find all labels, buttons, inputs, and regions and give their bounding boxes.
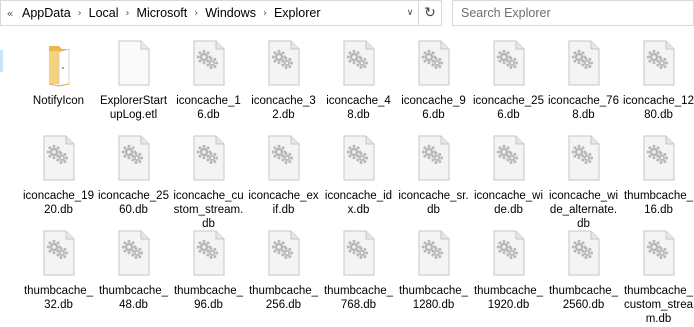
gear-file-icon [487,38,531,88]
file-grid: NotifyIcon ExplorerStartupLog.etl iconca… [21,38,694,325]
file-item[interactable]: thumbcache_16.db [621,133,694,228]
file-item[interactable]: iconcache_wide_alternate.db [546,133,621,230]
file-name-label: iconcache_96.db [401,95,466,121]
address-bar[interactable]: « AppData › Local › Microsoft › Windows … [0,0,442,26]
gear-file-icon [187,133,231,183]
file-item[interactable]: iconcache_idx.db [321,133,396,228]
file-item[interactable]: iconcache_48.db [321,38,396,133]
file-name-label: thumbcache_48.db [98,285,169,311]
crumb-explorer[interactable]: Explorer [271,6,324,20]
gear-file-icon [637,228,681,278]
crumb-microsoft[interactable]: Microsoft [134,6,191,20]
file-item[interactable]: thumbcache_768.db [321,228,396,323]
chevron-right-icon[interactable]: › [74,8,86,19]
file-item[interactable]: iconcache_96.db [396,38,471,133]
crumb-windows[interactable]: Windows [202,6,259,20]
file-name-label: thumbcache_1920.db [473,285,544,311]
file-item[interactable]: iconcache_exif.db [246,133,321,228]
file-item[interactable]: iconcache_256.db [471,38,546,133]
file-item[interactable]: iconcache_sr.db [396,133,471,228]
file-name-label: thumbcache_96.db [173,285,244,311]
file-name-label: iconcache_exif.db [248,190,319,216]
file-name-label: iconcache_48.db [326,95,391,121]
search-box[interactable] [452,0,694,26]
file-name-label: thumbcache_2560.db [548,285,619,311]
breadcrumb: AppData › Local › Microsoft › Windows › … [19,1,402,25]
crumb-appdata[interactable]: AppData [19,6,74,20]
gear-file-icon [37,228,81,278]
file-name-label: ExplorerStartupLog.etl [99,95,168,121]
file-item[interactable]: thumbcache_1920.db [471,228,546,323]
gear-file-icon [262,38,306,88]
gear-file-icon [487,228,531,278]
file-name-label: iconcache_custom_stream.db [173,190,244,230]
chevron-right-icon[interactable]: › [190,8,202,19]
file-item[interactable]: thumbcache_48.db [96,228,171,323]
gear-file-icon [412,38,456,88]
gear-file-icon [562,38,606,88]
file-name-label: iconcache_32.db [251,95,316,121]
file-name-label: iconcache_768.db [548,95,619,121]
gear-file-icon [187,38,231,88]
file-item[interactable]: iconcache_768.db [546,38,621,133]
file-name-label: iconcache_idx.db [324,190,393,216]
file-item[interactable]: iconcache_wide.db [471,133,546,228]
gear-file-icon [337,228,381,278]
gear-file-icon [112,228,156,278]
file-name-label: iconcache_sr.db [398,190,469,216]
file-name-label: iconcache_wide_alternate.db [548,190,619,230]
chevron-right-icon[interactable]: › [259,8,271,19]
file-name-label: NotifyIcon [32,95,85,107]
file-item[interactable]: thumbcache_2560.db [546,228,621,323]
file-name-label: iconcache_1280.db [623,95,694,121]
file-item[interactable]: iconcache_custom_stream.db [171,133,246,230]
chevron-right-icon[interactable]: › [122,8,134,19]
file-item[interactable]: iconcache_2560.db [96,133,171,228]
file-item[interactable]: iconcache_1280.db [621,38,694,133]
gear-file-icon [112,133,156,183]
file-name-label: thumbcache_1280.db [398,285,469,311]
gear-file-icon [37,133,81,183]
blank-file-icon [112,38,156,88]
file-item[interactable]: NotifyIcon [21,38,96,133]
file-item[interactable]: thumbcache_32.db [21,228,96,323]
file-name-label: thumbcache_256.db [248,285,319,311]
address-dropdown-icon[interactable]: ∨ [402,1,418,25]
file-item[interactable]: iconcache_1920.db [21,133,96,228]
gear-file-icon [637,133,681,183]
file-item[interactable]: iconcache_32.db [246,38,321,133]
file-name-label: iconcache_1920.db [23,190,94,216]
file-name-label: thumbcache_16.db [623,190,694,216]
file-name-label: thumbcache_custom_stream.db [623,285,694,325]
gear-file-icon [562,133,606,183]
gear-file-icon [637,38,681,88]
file-item[interactable]: thumbcache_custom_stream.db [621,228,694,325]
gear-file-icon [562,228,606,278]
file-item[interactable]: thumbcache_96.db [171,228,246,323]
file-name-label: iconcache_256.db [473,95,544,121]
gear-file-icon [262,228,306,278]
gear-file-icon [262,133,306,183]
file-name-label: thumbcache_768.db [323,285,394,311]
file-name-label: thumbcache_32.db [23,285,94,311]
file-item[interactable]: ExplorerStartupLog.etl [96,38,171,133]
folder-icon [37,38,81,88]
file-item[interactable]: iconcache_16.db [171,38,246,133]
gear-file-icon [337,133,381,183]
file-name-label: iconcache_2560.db [98,190,169,216]
crumb-local[interactable]: Local [86,6,122,20]
file-name-label: iconcache_wide.db [473,190,544,216]
file-item[interactable]: thumbcache_1280.db [396,228,471,323]
overflow-chevron-icon[interactable]: « [1,7,19,20]
nav-pane-selection-edge [0,50,3,72]
gear-file-icon [487,133,531,183]
search-input[interactable] [453,5,693,21]
gear-file-icon [337,38,381,88]
refresh-icon[interactable]: ↻ [418,1,441,25]
file-name-label: iconcache_16.db [176,95,241,121]
gear-file-icon [187,228,231,278]
gear-file-icon [412,228,456,278]
file-item[interactable]: thumbcache_256.db [246,228,321,323]
gear-file-icon [412,133,456,183]
